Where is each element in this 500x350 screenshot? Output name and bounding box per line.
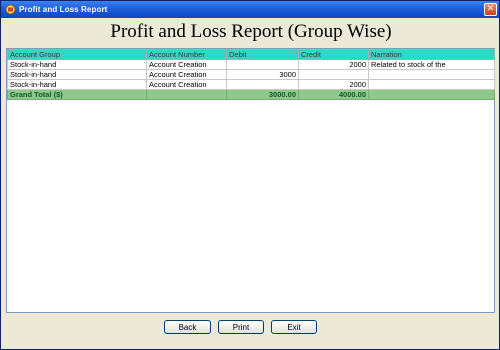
cell-debit[interactable]	[226, 79, 299, 90]
column-header-account-group[interactable]: Account Group	[7, 49, 147, 60]
column-header-credit[interactable]: Credit	[298, 49, 369, 60]
app-icon[interactable]	[4, 4, 16, 16]
cell-credit[interactable]: 2000	[298, 79, 369, 90]
grand-total-account	[146, 89, 227, 100]
report-table: Account Group Account Number Debit Credi…	[7, 49, 495, 100]
column-header-debit[interactable]: Debit	[226, 49, 299, 60]
cell-account-group[interactable]: Stock-in-hand	[7, 59, 147, 70]
cell-account-number[interactable]: Account Creation	[146, 59, 227, 70]
cell-account-group[interactable]: Stock-in-hand	[7, 69, 147, 80]
window-title: Profit and Loss Report	[19, 5, 108, 14]
report-window: Profit and Loss Report ✕ Profit and Loss…	[0, 0, 500, 350]
title-bar[interactable]: Profit and Loss Report ✕	[1, 1, 499, 18]
grand-total-label: Grand Total ($)	[7, 89, 147, 100]
column-header-account-number[interactable]: Account Number	[146, 49, 227, 60]
table-row[interactable]: Stock-in-hand Account Creation 2000 Rela…	[7, 59, 495, 70]
cell-narration[interactable]: Related to stock of the	[368, 59, 495, 70]
grand-total-debit: 3000.00	[226, 89, 299, 100]
cell-account-number[interactable]: Account Creation	[146, 69, 227, 80]
column-header-narration[interactable]: Narration	[368, 49, 495, 60]
cell-debit[interactable]: 3000	[226, 69, 299, 80]
back-button[interactable]: Back	[164, 320, 211, 334]
cell-credit[interactable]	[298, 69, 369, 80]
table-row[interactable]: Stock-in-hand Account Creation 3000	[7, 69, 495, 80]
grand-total-narration	[368, 89, 495, 100]
cell-debit[interactable]	[226, 59, 299, 70]
cell-narration[interactable]	[368, 79, 495, 90]
cell-account-group[interactable]: Stock-in-hand	[7, 79, 147, 90]
close-icon[interactable]: ✕	[484, 3, 497, 16]
cell-credit[interactable]: 2000	[298, 59, 369, 70]
exit-button[interactable]: Exit	[271, 320, 317, 334]
table-header-row: Account Group Account Number Debit Credi…	[7, 49, 495, 60]
grand-total-row: Grand Total ($) 3000.00 4000.00	[7, 89, 495, 100]
print-button[interactable]: Print	[218, 320, 264, 334]
cell-account-number[interactable]: Account Creation	[146, 79, 227, 90]
grand-total-credit: 4000.00	[298, 89, 369, 100]
table-row[interactable]: Stock-in-hand Account Creation 2000	[7, 79, 495, 90]
button-bar: Back Print Exit	[1, 317, 499, 349]
cell-narration[interactable]	[368, 69, 495, 80]
report-grid[interactable]: Account Group Account Number Debit Credi…	[6, 48, 495, 313]
page-title: Profit and Loss Report (Group Wise)	[110, 21, 392, 42]
